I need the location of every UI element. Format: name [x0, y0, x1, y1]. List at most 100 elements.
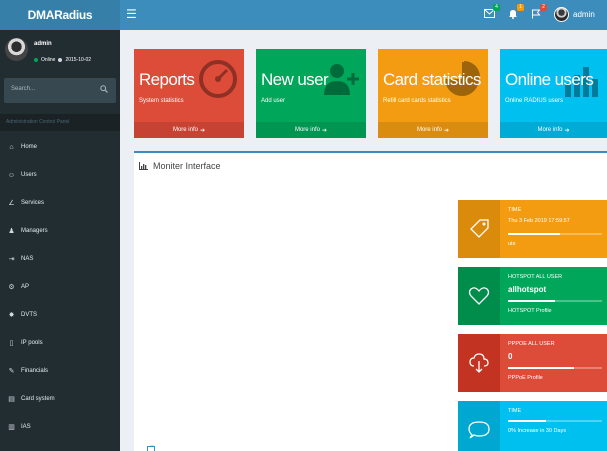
info-number: Thu 3 Feb 2019 17:59:57 [508, 218, 570, 224]
info-progress [508, 367, 602, 369]
info-progress-fill [508, 233, 560, 235]
user-avatar[interactable] [554, 7, 569, 22]
top-navbar: DMARadius ☰ 4 1 2 admin [0, 0, 607, 30]
bar-chart-icon [139, 162, 148, 170]
info-box-time: TIME Thu 3 Feb 2019 17:59:57 ute [458, 200, 607, 258]
new-user-box[interactable]: New user Add user More info ➔ [256, 49, 366, 138]
tasks-badge: 2 [540, 4, 547, 11]
search-input[interactable]: Search... [11, 86, 35, 92]
box-title: Card statistics [383, 70, 481, 89]
sidebar-item-label: IAS [21, 424, 31, 430]
info-title: HOTSPOT ALL USER [508, 274, 563, 280]
box-title: Online users [505, 70, 594, 89]
reports-box[interactable]: Reports System statistics More info ➔ [134, 49, 244, 138]
sidebar-avatar [5, 38, 28, 61]
more-info-label: More info [172, 127, 198, 133]
dashboard-gauge-icon [199, 60, 237, 98]
ap-icon: ⚙ [8, 283, 15, 291]
info-progress-fill [508, 367, 574, 369]
arrow-circle-right-icon: ➔ [443, 127, 450, 134]
sidebar-search[interactable]: Search... [4, 78, 116, 103]
sidebar-username: admin [34, 41, 52, 47]
sidebar-item-financials[interactable]: ✎ Financials [0, 357, 120, 385]
sidebar-item-label: DVTS [21, 312, 38, 318]
sidebar-item-dvts[interactable]: ✸ DVTS [0, 301, 120, 329]
sidebar-item-label: Services [21, 200, 45, 206]
info-title: TIME [508, 207, 522, 213]
manager-icon: ♟ [8, 227, 15, 235]
flag-icon[interactable]: 2 [530, 4, 547, 20]
info-box-hotspot: HOTSPOT ALL USER allhotspot HOTSPOT Prof… [458, 267, 607, 325]
sidebar-item-label: Financials [21, 368, 49, 374]
info-number: allhotspot [508, 285, 547, 294]
cloud-download-icon [458, 334, 500, 392]
card-statistics-box[interactable]: Card statistics Refill card cards statis… [378, 49, 488, 138]
tag-icon [458, 200, 500, 258]
sidebar-item-users[interactable]: ☺ Users [0, 161, 120, 189]
bell-icon[interactable]: 1 [507, 4, 524, 20]
more-info-label: More info [537, 127, 563, 133]
info-description: HOTSPOT Profile [508, 308, 552, 314]
sidebar-item-ip-pools[interactable]: ▯ IP pools [0, 329, 120, 357]
info-progress [508, 420, 602, 422]
sidebar-item-label: Managers [21, 228, 48, 234]
sidebar-item-label: Card system [21, 396, 55, 402]
sidebar-menu: ⌂ Home ☺ Users ∠ Services ♟ Managers ⇥ NAS ⚙ A… [0, 133, 120, 441]
online-users-box[interactable]: Online users Online RADIUS users More in… [500, 49, 607, 138]
info-title: PPPOE ALL USER [508, 341, 555, 347]
info-title: TIME [508, 408, 522, 414]
box-title: Reports [139, 70, 195, 89]
box-subtitle: Online RADIUS users [505, 98, 564, 104]
sidebar-user-panel: admin Online 2015-10-02 [0, 30, 120, 75]
messages-badge: 4 [493, 4, 500, 11]
search-icon[interactable] [100, 85, 108, 93]
users-icon: ☺ [7, 171, 16, 179]
user-menu-name[interactable]: admin [573, 10, 595, 19]
sidebar-item-ap[interactable]: ⚙ AP [0, 273, 120, 301]
card-system-icon: ▤ [8, 395, 15, 403]
sidebar-item-managers[interactable]: ♟ Managers [0, 217, 120, 245]
sidebar: admin Online 2015-10-02 Search... Admini… [0, 30, 120, 451]
sidebar-header: Administration Control Panel [0, 114, 120, 131]
arrow-circle-right-icon: ➔ [321, 127, 328, 134]
services-icon: ∠ [8, 199, 15, 207]
collapse-toggle[interactable] [147, 441, 155, 451]
heart-icon [458, 267, 500, 325]
clock-dot-icon [58, 58, 63, 62]
panel-title: Moniter Interface [139, 161, 221, 171]
sidebar-item-label: Users [21, 172, 37, 178]
main-content: Reports System statistics More info ➔ New… [120, 30, 607, 451]
more-info-label: More info [416, 127, 442, 133]
envelope-icon[interactable]: 4 [483, 4, 500, 20]
panel-title-text: Moniter Interface [153, 161, 221, 171]
sidebar-item-home[interactable]: ⌂ Home [0, 133, 120, 161]
status-date: 2015-10-02 [65, 57, 92, 63]
sidebar-toggle-icon[interactable]: ☰ [126, 7, 137, 21]
info-box-pppoe: PPPOE ALL USER 0 PPPoE Profile [458, 334, 607, 392]
box-subtitle: System statistics [139, 98, 184, 104]
box-subtitle: Add user [261, 98, 286, 104]
info-progress [508, 233, 602, 235]
info-description: ute [508, 241, 516, 247]
box-title: New user [261, 70, 329, 89]
info-number: 0 [508, 352, 513, 361]
notifications-badge: 1 [517, 4, 524, 11]
sidebar-item-ias[interactable]: ▥ IAS [0, 413, 120, 441]
more-info-label: More info [294, 127, 320, 133]
sidebar-item-label: Home [21, 144, 38, 150]
info-progress-fill [508, 300, 555, 302]
more-info-link[interactable]: More info ➔ [378, 122, 488, 138]
more-info-link[interactable]: More info ➔ [256, 122, 366, 138]
more-info-link[interactable]: More info ➔ [134, 122, 244, 138]
sidebar-item-nas[interactable]: ⇥ NAS [0, 245, 120, 273]
financials-icon: ✎ [8, 367, 15, 375]
app-logo[interactable]: DMARadius [0, 0, 120, 30]
ip-pools-icon: ▯ [9, 339, 14, 347]
comment-icon [458, 401, 500, 451]
sidebar-item-services[interactable]: ∠ Services [0, 189, 120, 217]
sidebar-item-card-system[interactable]: ▤ Card system [0, 385, 120, 413]
more-info-link[interactable]: More info ➔ [500, 122, 607, 138]
info-box-time-2: TIME 0% Increase in 30 Days [458, 401, 607, 451]
status-text: Online [41, 57, 56, 63]
sidebar-item-label: IP pools [21, 340, 43, 346]
